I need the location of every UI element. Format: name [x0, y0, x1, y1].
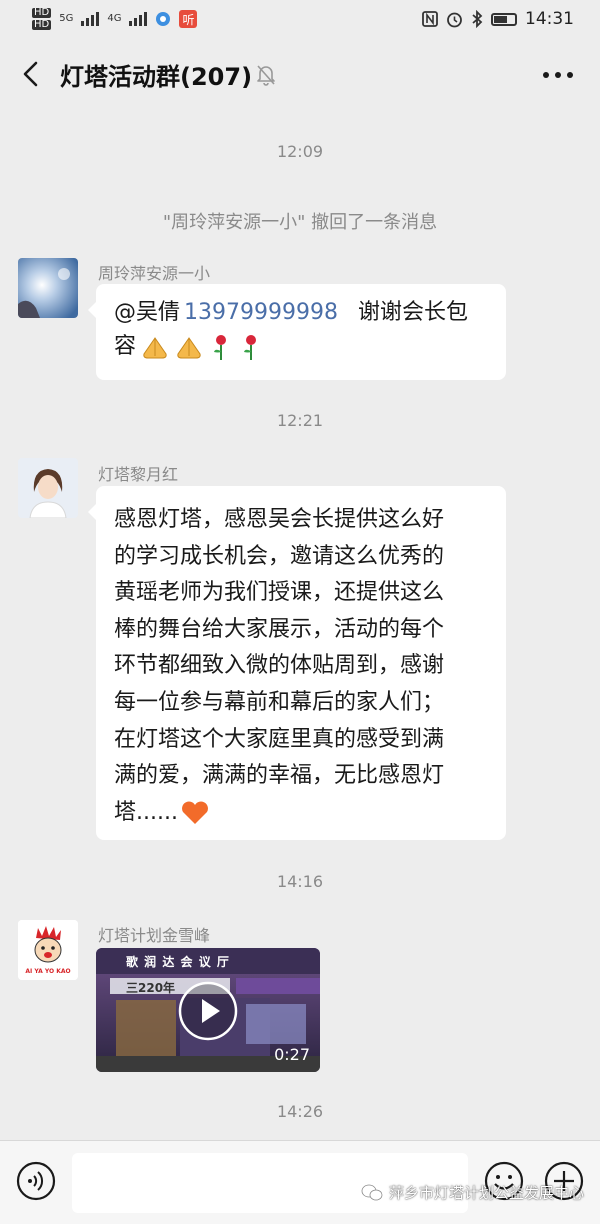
phone-number[interactable]: 13979999998 [184, 300, 338, 325]
wechat-logo-icon [361, 1184, 383, 1200]
battery-icon [491, 12, 517, 26]
watermark-text: 萍乡市灯塔计划公益发展中心 [388, 1184, 584, 1202]
hd-label-2: HD [32, 19, 52, 30]
timestamp: 14:26 [276, 1102, 324, 1121]
nfc-icon [422, 11, 438, 27]
message-line: 容 [114, 330, 488, 364]
timestamp: 14:16 [276, 872, 324, 891]
message-bubble[interactable]: 感恩灯塔，感恩吴会长提供这么好 的学习成长机会，邀请这么优秀的 黄瑶老师为我们授… [88, 486, 506, 840]
pray-emoji [177, 337, 201, 359]
watermark: 萍乡市灯塔计划公益发展中心 [361, 1182, 584, 1203]
timestamp: 12:09 [276, 142, 324, 161]
sender-name: 灯塔计划金雪峰 [98, 926, 211, 945]
more-icon[interactable] [542, 71, 574, 79]
timestamp: 12:21 [276, 411, 324, 430]
status-right: 14:31 [422, 9, 574, 29]
message-line: 塔...... [114, 795, 488, 832]
message-line: 每一位参与幕前和幕后的家人们； [114, 689, 445, 715]
message-line: 环节都细致入微的体贴周到，感谢 [114, 653, 445, 679]
alarm-icon [447, 12, 462, 27]
message-line: 在灯塔这个大家庭里真的感受到满 [114, 726, 445, 752]
status-bar: HD HD 5G 4G 听 14:31 [0, 0, 600, 38]
heart-emoji [182, 801, 208, 825]
avatar[interactable]: AI YA YO KAO [18, 920, 78, 980]
message-text: 谢谢会长包 [357, 300, 468, 325]
storefront-sign: 三220年 [126, 981, 176, 995]
avatar[interactable] [18, 258, 78, 318]
avatar-logo-text: AI YA YO KAO [25, 968, 71, 975]
back-icon[interactable] [20, 60, 42, 88]
signal-5g-icon [81, 12, 100, 26]
message-line: 棒的舞台给大家展示，活动的每个 [114, 616, 445, 642]
rose-emoji [214, 335, 227, 360]
rose-emoji [244, 335, 257, 360]
signal-4g-icon [129, 12, 148, 26]
sender-name: 周玲萍安源一小 [98, 264, 211, 283]
video-message[interactable]: 歌 润 达 会 议 厅 三220年 0:27 [96, 948, 320, 1072]
chat-title: 灯塔活动群(207) [60, 63, 253, 91]
message-line: 黄瑶老师为我们授课，还提供这么 [114, 580, 445, 606]
message-text: 塔...... [114, 799, 178, 825]
message-line: 的学习成长机会，邀请这么优秀的 [114, 543, 445, 569]
recall-notice: "周玲萍安源一小" 撤回了一条消息 [162, 212, 438, 233]
message-line: @吴倩 13979999998 谢谢会长包 [114, 296, 488, 330]
mention[interactable]: @吴倩 [114, 300, 180, 325]
sender-name: 灯塔黎月红 [98, 465, 179, 484]
network-5g-label: 5G [59, 13, 74, 24]
play-icon[interactable] [178, 981, 238, 1041]
video-duration: 0:27 [274, 1045, 310, 1064]
message-text: 容 [114, 334, 137, 359]
avatar-image-sky [18, 258, 78, 318]
message-bubble[interactable]: @吴倩 13979999998 谢谢会长包 容 [88, 284, 506, 380]
status-time: 14:31 [525, 9, 574, 29]
browser-app-icon [156, 12, 171, 26]
message-line: 感恩灯塔，感恩吴会长提供这么好 [114, 507, 445, 532]
pray-emoji [143, 337, 167, 359]
title-bar: 灯塔活动群(207) [0, 38, 600, 110]
avatar-image-portrait [18, 458, 78, 518]
hd-label-1: HD [32, 7, 52, 18]
storefront-sign-top: 歌 润 达 会 议 厅 [126, 955, 230, 969]
bluetooth-icon [472, 10, 483, 28]
hd-indicator: HD HD [32, 7, 52, 30]
listen-app-icon: 听 [179, 10, 198, 28]
network-4g-label: 4G [107, 13, 122, 24]
avatar[interactable] [18, 458, 78, 518]
status-left: HD HD 5G 4G 听 [32, 7, 198, 30]
mute-icon [257, 65, 275, 86]
voice-icon[interactable] [16, 1161, 56, 1201]
message-line: 满的爱，满满的幸福，无比感恩灯 [114, 763, 445, 789]
